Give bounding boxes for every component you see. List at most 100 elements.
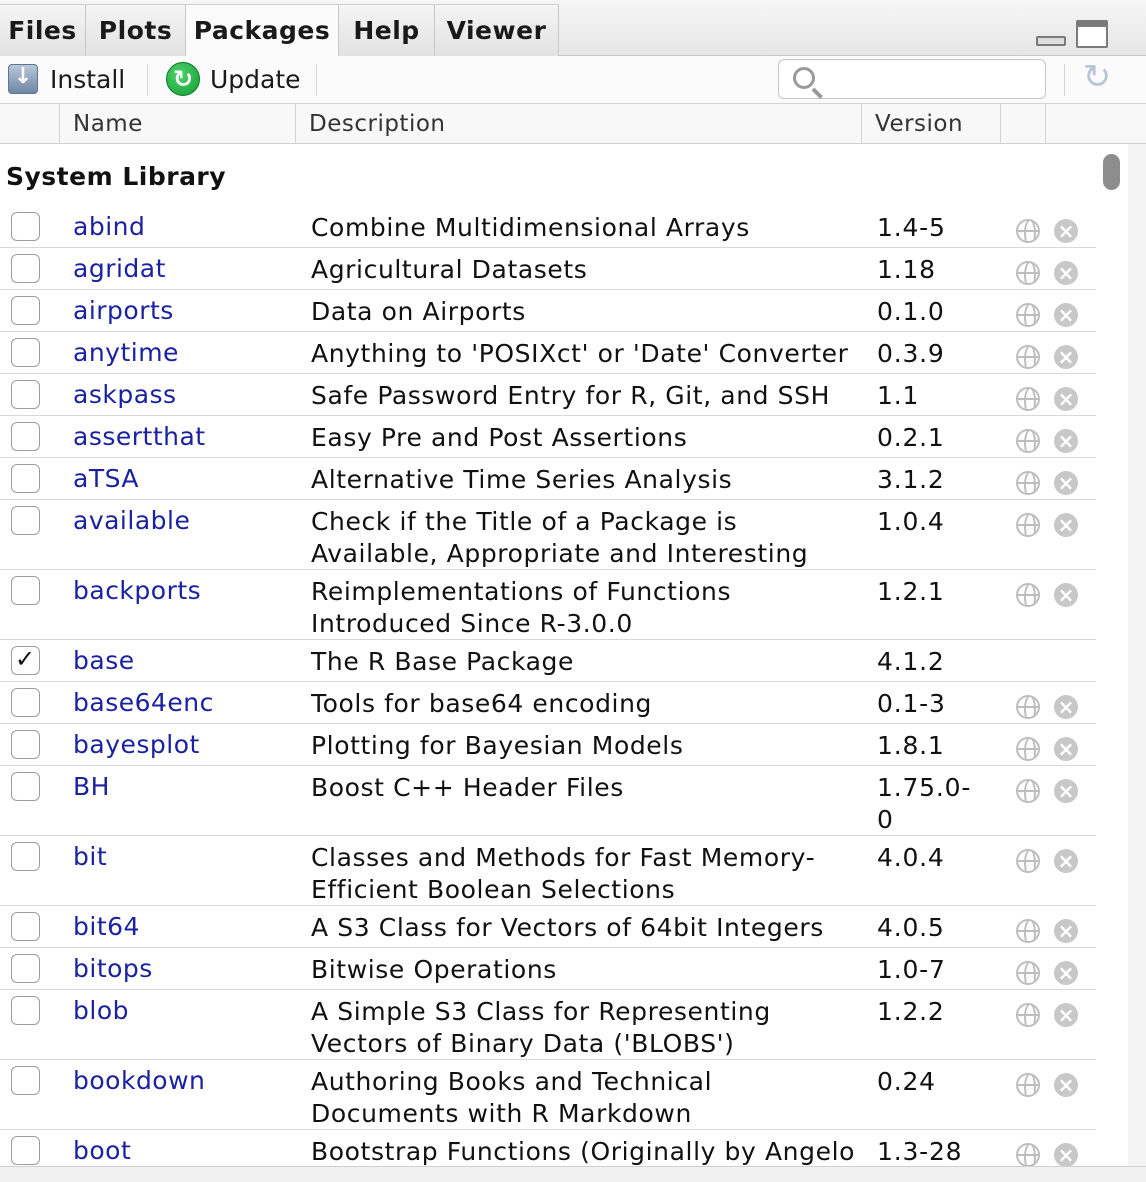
globe-icon[interactable] xyxy=(1016,513,1040,537)
globe-icon[interactable] xyxy=(1016,429,1040,453)
globe-icon[interactable] xyxy=(1016,261,1040,285)
package-name-link[interactable]: base64enc xyxy=(73,688,214,717)
globe-icon[interactable] xyxy=(1016,583,1040,607)
package-name-link[interactable]: boot xyxy=(73,1136,131,1165)
package-name-link[interactable]: BH xyxy=(73,772,110,801)
tab-packages[interactable]: Packages xyxy=(186,4,339,57)
package-name-link[interactable]: bookdown xyxy=(73,1066,205,1095)
table-row: boot Bootstrap Functions (Originally by A… xyxy=(0,1130,1096,1166)
header-name[interactable]: Name xyxy=(59,104,295,144)
remove-package-icon[interactable]: × xyxy=(1054,303,1078,327)
package-name-link[interactable]: aTSA xyxy=(73,464,139,493)
globe-icon[interactable] xyxy=(1016,1143,1040,1166)
remove-package-icon[interactable]: × xyxy=(1054,513,1078,537)
package-name-link[interactable]: assertthat xyxy=(73,422,206,451)
package-name-link[interactable]: bitops xyxy=(73,954,153,983)
package-description: Easy Pre and Post Assertions xyxy=(311,423,688,452)
tab-files[interactable]: Files xyxy=(0,4,86,56)
tab-viewer[interactable]: Viewer xyxy=(435,4,559,56)
header-spacer xyxy=(1045,104,1146,144)
table-row: available Check if the Title of a Package… xyxy=(0,500,1096,570)
install-button[interactable]: Install xyxy=(8,56,125,102)
globe-icon[interactable] xyxy=(1016,695,1040,719)
package-checkbox[interactable] xyxy=(11,422,40,451)
remove-package-icon[interactable]: × xyxy=(1054,583,1078,607)
remove-package-icon[interactable]: × xyxy=(1054,961,1078,985)
remove-package-icon[interactable]: × xyxy=(1054,1003,1078,1027)
minimize-pane-icon[interactable] xyxy=(1036,36,1066,46)
maximize-pane-icon[interactable] xyxy=(1076,20,1108,48)
globe-icon[interactable] xyxy=(1016,779,1040,803)
package-name-link[interactable]: blob xyxy=(73,996,129,1025)
table-row: anytime Anything to 'POSIXct' or 'Date' C… xyxy=(0,332,1096,374)
package-name-link[interactable]: anytime xyxy=(73,338,179,367)
package-checkbox[interactable] xyxy=(11,954,40,983)
package-checkbox[interactable] xyxy=(11,380,40,409)
tab-plots[interactable]: Plots xyxy=(86,4,186,56)
package-description: Bitwise Operations xyxy=(311,955,557,984)
header-description[interactable]: Description xyxy=(295,104,861,144)
package-name-link[interactable]: bayesplot xyxy=(73,730,200,759)
package-name-link[interactable]: agridat xyxy=(73,254,166,283)
globe-icon[interactable] xyxy=(1016,1003,1040,1027)
remove-package-icon[interactable]: × xyxy=(1054,345,1078,369)
toolbar-divider xyxy=(316,64,317,96)
globe-icon[interactable] xyxy=(1016,1073,1040,1097)
package-name-link[interactable]: backports xyxy=(73,576,201,605)
globe-icon[interactable] xyxy=(1016,387,1040,411)
package-search-box[interactable] xyxy=(778,59,1046,99)
package-name-link[interactable]: airports xyxy=(73,296,174,325)
package-checkbox[interactable] xyxy=(11,576,40,605)
remove-package-icon[interactable]: × xyxy=(1054,429,1078,453)
globe-icon[interactable] xyxy=(1016,471,1040,495)
remove-package-icon[interactable]: × xyxy=(1054,387,1078,411)
package-name-link[interactable]: available xyxy=(73,506,190,535)
package-checkbox[interactable] xyxy=(11,254,40,283)
package-name-link[interactable]: base xyxy=(73,646,135,675)
scrollbar-thumb[interactable] xyxy=(1103,154,1120,190)
remove-package-icon[interactable]: × xyxy=(1054,849,1078,873)
package-checkbox[interactable] xyxy=(11,645,40,675)
package-checkbox[interactable] xyxy=(11,296,40,325)
globe-icon[interactable] xyxy=(1016,919,1040,943)
package-version: 4.0.4 xyxy=(877,843,945,872)
package-checkbox[interactable] xyxy=(11,1066,40,1095)
package-name-link[interactable]: abind xyxy=(73,212,145,241)
package-checkbox[interactable] xyxy=(11,338,40,367)
remove-package-icon[interactable]: × xyxy=(1054,1073,1078,1097)
globe-icon[interactable] xyxy=(1016,345,1040,369)
package-checkbox[interactable] xyxy=(11,688,40,717)
package-checkbox[interactable] xyxy=(11,464,40,493)
refresh-icon[interactable]: ↻ xyxy=(1080,60,1114,94)
globe-icon[interactable] xyxy=(1016,303,1040,327)
globe-icon[interactable] xyxy=(1016,849,1040,873)
remove-package-icon[interactable]: × xyxy=(1054,1143,1078,1166)
globe-icon[interactable] xyxy=(1016,737,1040,761)
remove-package-icon[interactable]: × xyxy=(1054,471,1078,495)
remove-package-icon[interactable]: × xyxy=(1054,219,1078,243)
package-checkbox[interactable] xyxy=(11,842,40,871)
package-checkbox[interactable] xyxy=(11,996,40,1025)
remove-package-icon[interactable]: × xyxy=(1054,737,1078,761)
tab-help[interactable]: Help xyxy=(339,4,435,56)
remove-package-icon[interactable]: × xyxy=(1054,779,1078,803)
update-button[interactable]: Update xyxy=(166,56,301,102)
package-name-link[interactable]: bit xyxy=(73,842,107,871)
package-checkbox[interactable] xyxy=(11,506,40,535)
globe-icon[interactable] xyxy=(1016,961,1040,985)
package-checkbox[interactable] xyxy=(11,212,40,241)
package-checkbox[interactable] xyxy=(11,1136,40,1165)
package-name-link[interactable]: bit64 xyxy=(73,912,140,941)
package-checkbox[interactable] xyxy=(11,730,40,759)
vertical-scrollbar[interactable] xyxy=(1096,144,1128,1166)
remove-package-icon[interactable]: × xyxy=(1054,261,1078,285)
package-search-input[interactable] xyxy=(823,62,1041,96)
package-name-link[interactable]: askpass xyxy=(73,380,177,409)
package-checkbox[interactable] xyxy=(11,772,40,801)
remove-package-icon[interactable]: × xyxy=(1054,695,1078,719)
package-checkbox[interactable] xyxy=(11,912,40,941)
header-version[interactable]: Version xyxy=(861,104,1001,144)
table-row: bookdown Authoring Books and Technical Do… xyxy=(0,1060,1096,1130)
remove-package-icon[interactable]: × xyxy=(1054,919,1078,943)
globe-icon[interactable] xyxy=(1016,219,1040,243)
